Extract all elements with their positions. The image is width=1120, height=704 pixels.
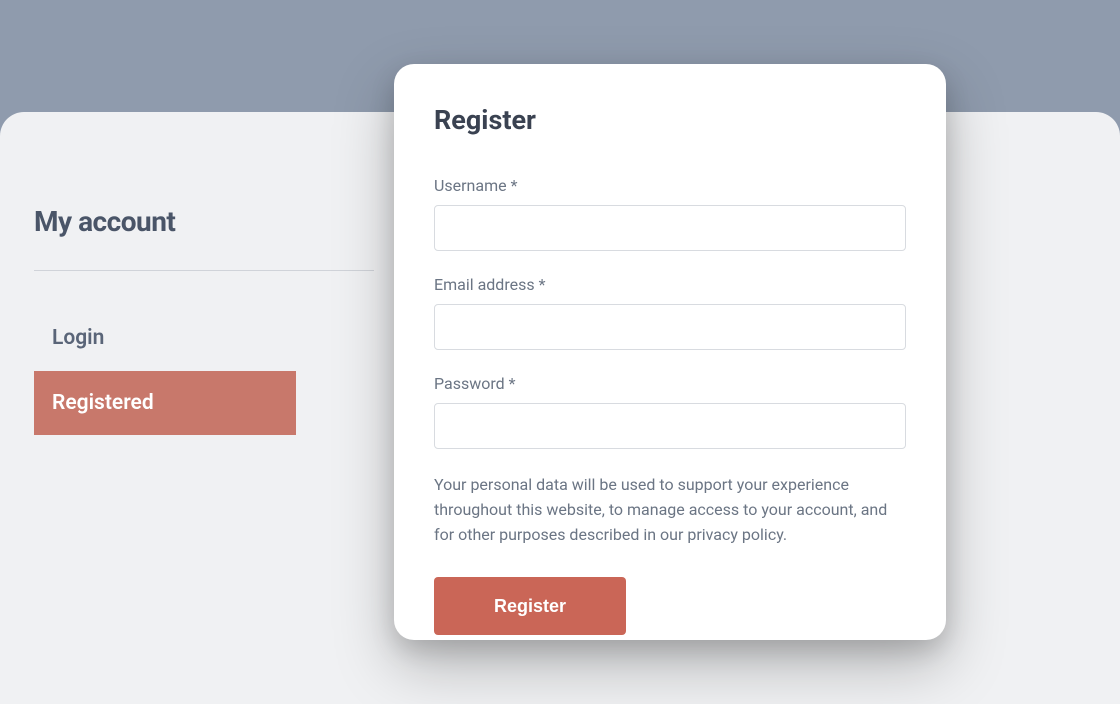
email-group: Email address * (434, 275, 906, 350)
username-input[interactable] (434, 205, 906, 251)
privacy-policy-link[interactable]: privacy policy (687, 525, 783, 544)
password-group: Password * (434, 374, 906, 449)
modal-title: Register (434, 104, 906, 136)
privacy-text-2: . (783, 525, 787, 544)
username-label: Username * (434, 176, 906, 195)
privacy-notice: Your personal data will be used to suppo… (434, 473, 906, 547)
password-input[interactable] (434, 403, 906, 449)
email-input[interactable] (434, 304, 906, 350)
privacy-text-1: Your personal data will be used to suppo… (434, 475, 887, 544)
page-title: My account (34, 205, 175, 238)
divider (34, 270, 374, 271)
username-group: Username * (434, 176, 906, 251)
register-button[interactable]: Register (434, 577, 626, 635)
tab-login-label: Login (52, 326, 104, 350)
tab-login[interactable]: Login (52, 326, 104, 350)
register-modal: Register Username * Email address * Pass… (394, 64, 946, 640)
tab-registered-label: Registered (52, 391, 154, 415)
password-label: Password * (434, 374, 906, 393)
tab-registered[interactable]: Registered (34, 371, 296, 435)
email-label: Email address * (434, 275, 906, 294)
